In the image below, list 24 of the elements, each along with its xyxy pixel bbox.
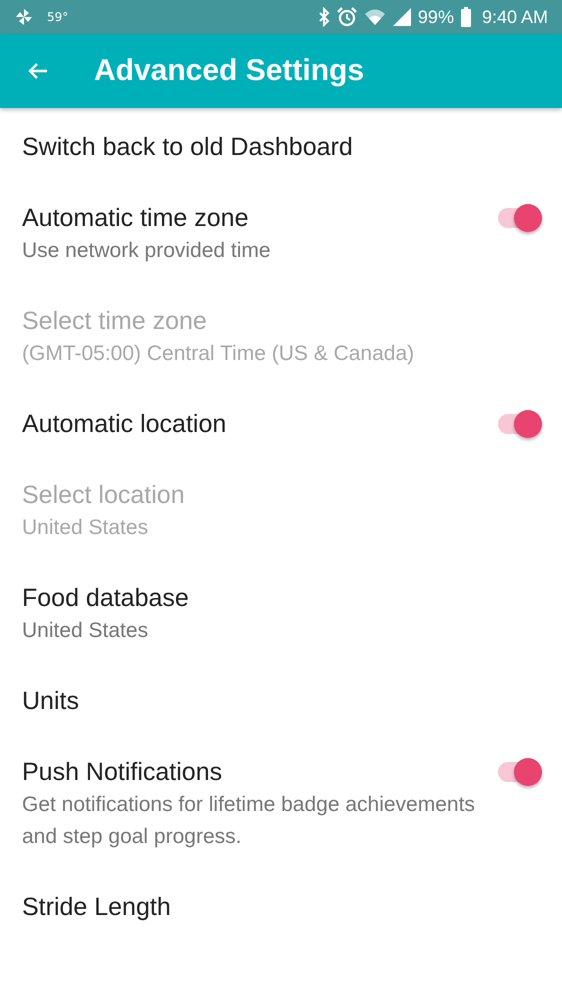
battery-level-text: 99% bbox=[418, 6, 454, 28]
setting-title[interactable]: Automatic time zone bbox=[22, 201, 498, 235]
setting-title[interactable]: Switch back to old Dashboard bbox=[22, 130, 538, 164]
signal-icon bbox=[392, 8, 411, 26]
setting-title[interactable]: Food database bbox=[22, 581, 538, 615]
setting-title[interactable]: Push Notifications bbox=[22, 755, 498, 789]
setting-description: Use network provided time bbox=[22, 238, 272, 264]
wifi-icon bbox=[364, 8, 386, 26]
screen-title: Advanced Settings bbox=[94, 54, 364, 88]
temperature-text: 59° bbox=[47, 10, 68, 24]
bluetooth-icon bbox=[318, 7, 330, 27]
setting-description: United States bbox=[22, 515, 150, 541]
setting-description: Get notifications for lifetime badge achievements and step goal progress. bbox=[22, 792, 476, 850]
alarm-icon bbox=[336, 7, 357, 27]
battery-icon bbox=[460, 7, 471, 27]
setting-title: Select time zone bbox=[22, 306, 208, 337]
setting-title[interactable]: Stride Length bbox=[22, 890, 538, 924]
setting-title[interactable]: Units bbox=[22, 684, 538, 718]
setting-title[interactable]: Automatic location bbox=[22, 407, 498, 441]
setting-description: (GMT-05:00) Central Time (US & Canada) bbox=[22, 341, 416, 367]
pinwheel-icon bbox=[14, 7, 34, 27]
clock-time: 9:40 AM bbox=[482, 6, 548, 28]
setting-title: Select location bbox=[22, 480, 186, 511]
setting-description: United States bbox=[22, 618, 150, 644]
